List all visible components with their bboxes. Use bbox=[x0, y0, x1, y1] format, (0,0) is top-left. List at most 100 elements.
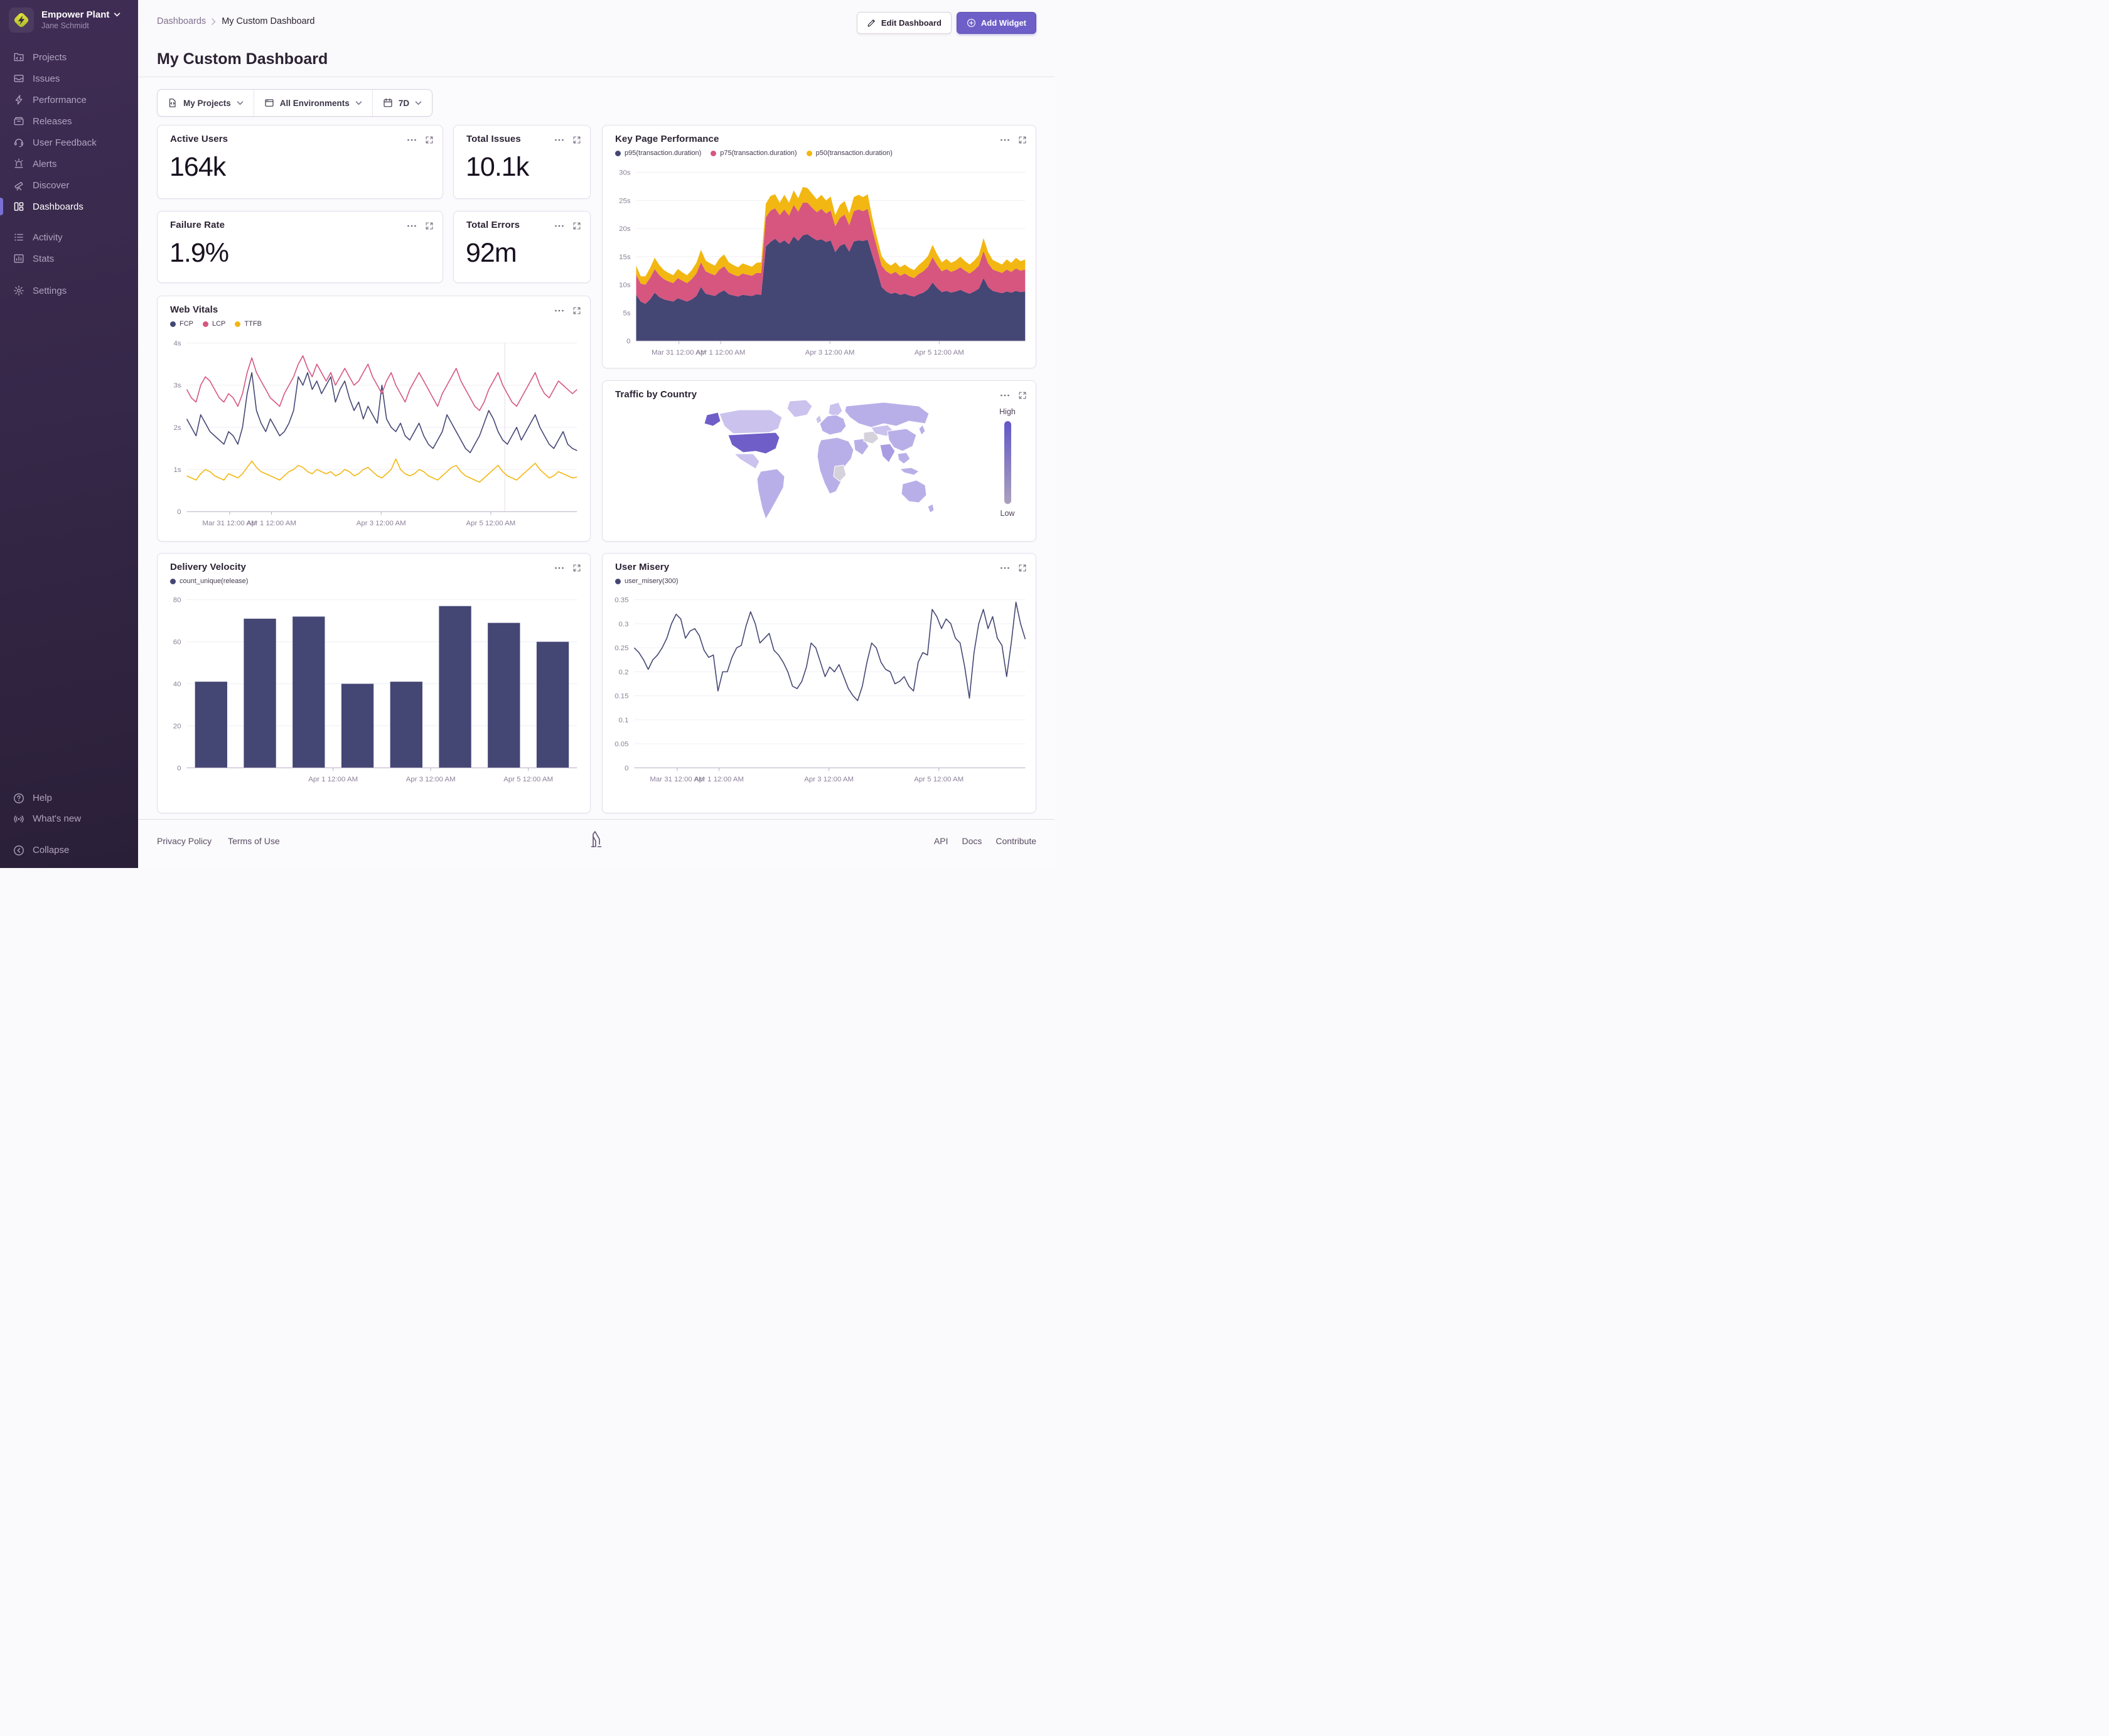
failure-rate-card: Failure Rate 1.9% bbox=[157, 211, 443, 283]
svg-text:10s: 10s bbox=[619, 282, 631, 289]
breadcrumb-dashboards-link[interactable]: Dashboards bbox=[157, 16, 206, 26]
project-filter[interactable]: My Projects bbox=[158, 90, 254, 116]
map-legend-high: High bbox=[999, 407, 1016, 416]
ellipsis-icon bbox=[555, 225, 564, 227]
widget-expand-button[interactable] bbox=[572, 136, 581, 144]
svg-text:0: 0 bbox=[177, 508, 181, 516]
breadcrumb: Dashboards My Custom Dashboard bbox=[157, 16, 314, 26]
sidebar-item-stats[interactable]: Stats bbox=[0, 248, 138, 269]
sidebar-item-help[interactable]: Help bbox=[0, 788, 138, 808]
chevron-right-icon bbox=[212, 18, 216, 25]
edit-dashboard-button[interactable]: Edit Dashboard bbox=[856, 12, 952, 34]
environment-filter[interactable]: All Environments bbox=[254, 90, 373, 116]
contribute-link[interactable]: Contribute bbox=[995, 836, 1036, 846]
web-vitals-chart: 0 1s 2s 3s 4s Mar 31 12:00 AM Apr 1 12:00 AM Ap… bbox=[158, 296, 590, 541]
svg-text:0.3: 0.3 bbox=[619, 621, 629, 628]
world-map bbox=[695, 396, 935, 531]
total-errors-card: Total Errors 92m bbox=[453, 211, 591, 283]
performance-icon bbox=[15, 95, 23, 105]
svg-text:5s: 5s bbox=[623, 309, 630, 317]
svg-text:0.25: 0.25 bbox=[614, 645, 628, 652]
sidebar-footer: Help What's new Collapse bbox=[0, 788, 138, 860]
delivery-velocity-card: Delivery Velocity count_unique(release) … bbox=[157, 553, 591, 813]
map-legend: High Low bbox=[993, 407, 1022, 518]
chart-legend: p95(transaction.duration) p75(transaction… bbox=[615, 149, 893, 157]
ellipsis-icon bbox=[555, 139, 564, 141]
traffic-by-country-card: Traffic by Country High Low bbox=[602, 380, 1036, 542]
expand-icon bbox=[426, 136, 433, 144]
window-icon bbox=[265, 99, 274, 107]
widget-menu-button[interactable] bbox=[554, 135, 564, 145]
add-widget-button[interactable]: Add Widget bbox=[956, 12, 1036, 34]
total-issues-value: 10.1k bbox=[466, 152, 529, 182]
pencil-icon bbox=[867, 19, 875, 27]
sidebar-item-dashboards[interactable]: Dashboards bbox=[0, 196, 138, 217]
total-errors-value: 92m bbox=[466, 238, 517, 268]
chart-legend: user_misery(300) bbox=[615, 577, 679, 585]
widget-title: Total Errors bbox=[466, 220, 520, 230]
expand-icon bbox=[573, 222, 581, 230]
chevron-down-icon bbox=[415, 100, 422, 105]
widget-title: Total Issues bbox=[466, 134, 521, 144]
widget-expand-button[interactable] bbox=[572, 222, 581, 230]
dashboards-icon bbox=[14, 202, 24, 211]
date-range-filter[interactable]: 7D bbox=[373, 90, 432, 116]
svg-text:3s: 3s bbox=[173, 382, 181, 390]
settings-icon bbox=[14, 286, 24, 296]
widget-menu-button[interactable] bbox=[407, 221, 417, 231]
widget-title: Failure Rate bbox=[170, 220, 225, 230]
chart-legend: FCP LCP TTFB bbox=[170, 320, 262, 328]
sidebar-item-alerts[interactable]: Alerts bbox=[0, 153, 138, 174]
widget-expand-button[interactable] bbox=[1018, 391, 1027, 400]
widget-menu-button[interactable] bbox=[554, 221, 564, 231]
sidebar-item-releases[interactable]: Releases bbox=[0, 110, 138, 132]
chevron-down-icon bbox=[355, 100, 362, 105]
terms-of-use-link[interactable]: Terms of Use bbox=[228, 836, 279, 846]
expand-icon bbox=[573, 136, 581, 144]
sidebar-collapse-button[interactable]: Collapse bbox=[0, 840, 138, 860]
sidebar-item-projects[interactable]: Projects bbox=[0, 46, 138, 68]
svg-text:0.05: 0.05 bbox=[614, 741, 628, 748]
total-issues-card: Total Issues 10.1k bbox=[453, 125, 591, 199]
privacy-policy-link[interactable]: Privacy Policy bbox=[157, 836, 212, 846]
user-misery-card: User Misery user_misery(300) 0 0.05 0.1 0.1… bbox=[602, 553, 1036, 813]
svg-text:0.35: 0.35 bbox=[614, 597, 628, 604]
sidebar: Empower Plant Jane Schmidt Projects Issu… bbox=[0, 0, 138, 868]
sidebar-item-issues[interactable]: Issues bbox=[0, 68, 138, 89]
widget-menu-button[interactable] bbox=[1000, 390, 1010, 400]
api-link[interactable]: API bbox=[934, 836, 948, 846]
plus-circle-icon bbox=[967, 19, 975, 27]
failure-rate-value: 1.9% bbox=[169, 238, 229, 268]
svg-text:40: 40 bbox=[173, 680, 181, 688]
docs-link[interactable]: Docs bbox=[962, 836, 982, 846]
sidebar-item-activity[interactable]: Activity bbox=[0, 227, 138, 248]
active-users-value: 164k bbox=[169, 152, 226, 182]
filter-bar: My Projects All Environments 7D bbox=[157, 89, 433, 117]
svg-text:4s: 4s bbox=[173, 340, 181, 348]
delivery-velocity-chart: 0 20 40 60 80 Apr 1 12:00 AM Apr 3 12:00 AM Apr… bbox=[158, 554, 590, 813]
sidebar-item-discover[interactable]: Discover bbox=[0, 174, 138, 196]
sidebar-item-settings[interactable]: Settings bbox=[0, 280, 138, 301]
sidebar-item-performance[interactable]: Performance bbox=[0, 89, 138, 110]
sidebar-item-whats-new[interactable]: What's new bbox=[0, 808, 138, 829]
help-icon bbox=[14, 793, 24, 803]
key-page-performance-chart: 0 5s 10s 15s 20s 25s 30s Mar 31 12:00 AM Apr 1 1… bbox=[603, 126, 1036, 368]
svg-text:Apr 5 12:00 AM: Apr 5 12:00 AM bbox=[914, 776, 963, 783]
svg-text:0.2: 0.2 bbox=[619, 668, 629, 676]
page-title: My Custom Dashboard bbox=[157, 50, 328, 68]
widget-expand-button[interactable] bbox=[425, 222, 434, 230]
svg-text:60: 60 bbox=[173, 639, 181, 646]
expand-icon bbox=[426, 222, 433, 230]
widget-menu-button[interactable] bbox=[407, 135, 417, 145]
svg-text:Apr 3 12:00 AM: Apr 3 12:00 AM bbox=[804, 776, 854, 783]
sentry-dashboard-app: Empower Plant Jane Schmidt Projects Issu… bbox=[0, 0, 1054, 868]
svg-text:Apr 3 12:00 AM: Apr 3 12:00 AM bbox=[357, 520, 406, 527]
sidebar-item-user-feedback[interactable]: User Feedback bbox=[0, 132, 138, 153]
widget-expand-button[interactable] bbox=[425, 136, 434, 144]
org-switcher[interactable]: Empower Plant Jane Schmidt bbox=[9, 8, 133, 33]
svg-text:2s: 2s bbox=[173, 424, 181, 432]
svg-text:Apr 1 12:00 AM: Apr 1 12:00 AM bbox=[308, 776, 358, 783]
svg-text:1s: 1s bbox=[173, 466, 181, 474]
svg-text:0.15: 0.15 bbox=[614, 693, 628, 700]
issues-icon bbox=[14, 75, 24, 82]
